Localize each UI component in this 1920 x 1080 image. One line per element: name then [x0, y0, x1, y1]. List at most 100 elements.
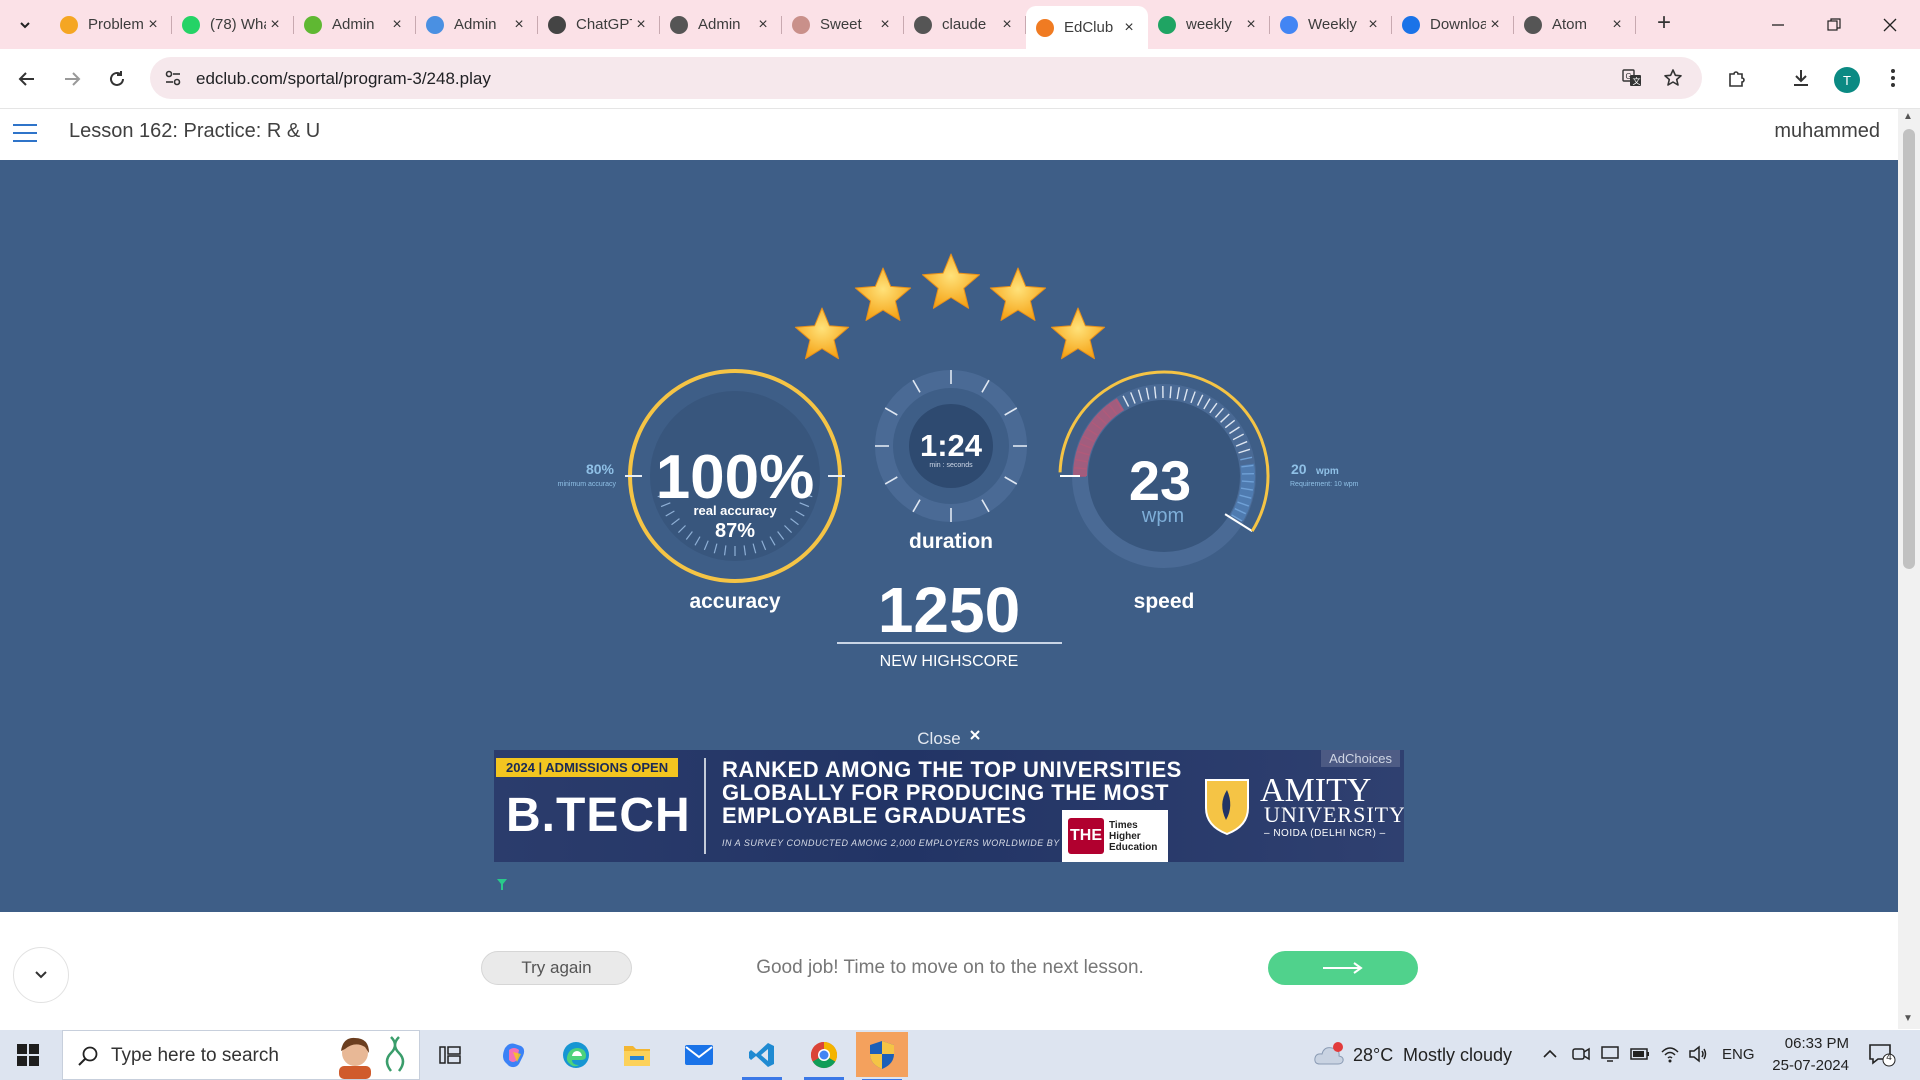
tab-close-icon[interactable]: ×	[998, 16, 1016, 34]
tab-11[interactable]: Downloads×	[1392, 6, 1514, 43]
tab-title[interactable]: ChatGPT	[576, 16, 632, 33]
tab-search-button[interactable]	[10, 10, 40, 40]
extensions-button[interactable]	[1722, 63, 1752, 93]
tab-9[interactable]: weekly ×	[1148, 6, 1270, 43]
next-lesson-button[interactable]	[1268, 951, 1418, 985]
back-button[interactable]	[11, 63, 43, 95]
tab-6[interactable]: Sweet ×	[782, 6, 904, 43]
menu-button[interactable]	[1878, 63, 1908, 93]
display-icon[interactable]	[1601, 1045, 1619, 1063]
tab-close-icon[interactable]: ×	[266, 16, 284, 34]
try-again-button[interactable]: Try again	[481, 951, 632, 985]
volume-icon[interactable]	[1688, 1044, 1708, 1064]
tab-title[interactable]: Atom	[1552, 16, 1608, 33]
tab-title[interactable]: weekly	[1186, 16, 1242, 33]
close-icon[interactable]	[970, 730, 980, 740]
tab-title[interactable]: Sweet	[820, 16, 876, 33]
weather-text[interactable]: Mostly cloudy	[1403, 1045, 1512, 1066]
file-explorer-app[interactable]	[611, 1035, 663, 1075]
expand-button[interactable]	[13, 947, 69, 1003]
tab-title[interactable]: Problems	[88, 16, 144, 33]
tab-title[interactable]: Admin	[454, 16, 510, 33]
tab-close-icon[interactable]: ×	[876, 16, 894, 34]
url-text[interactable]: edclub.com/sportal/program-3/248.play	[196, 69, 491, 89]
tab-7[interactable]: claude ×	[904, 6, 1026, 43]
tab-close-icon[interactable]: ×	[1364, 16, 1382, 34]
translate-button[interactable]: G文	[1617, 63, 1647, 93]
edge-app[interactable]	[550, 1035, 602, 1075]
tab-2[interactable]: Admin ×	[294, 6, 416, 43]
scroll-up-icon[interactable]: ▲	[1903, 111, 1913, 122]
tab-title[interactable]: Downloads	[1430, 16, 1486, 33]
scrollbar-thumb[interactable]	[1903, 129, 1915, 569]
taskbar-search[interactable]: Type here to search	[62, 1030, 420, 1080]
tab-10[interactable]: Weekly ×	[1270, 6, 1392, 43]
tab-title[interactable]: (78) WhatsApp	[210, 16, 266, 33]
minimize-button[interactable]	[1750, 0, 1806, 49]
show-hidden-icons-button[interactable]	[1542, 1046, 1558, 1062]
copilot-app[interactable]	[488, 1035, 540, 1075]
meet-now-icon[interactable]	[1572, 1045, 1590, 1063]
vscode-app[interactable]	[736, 1035, 788, 1080]
page-scrollbar[interactable]: ▲ ▼	[1898, 109, 1920, 1029]
username[interactable]: muhammed	[1774, 120, 1880, 143]
close-window-button[interactable]	[1862, 0, 1918, 49]
tab-close-icon[interactable]: ×	[144, 16, 162, 34]
close-ad-button[interactable]: Close	[917, 729, 980, 748]
tab-title[interactable]: Weekly	[1308, 16, 1364, 33]
tab-close-icon[interactable]: ×	[388, 16, 406, 34]
search-placeholder[interactable]: Type here to search	[111, 1045, 279, 1067]
battery-shape-icon	[1630, 1048, 1649, 1060]
tab-title[interactable]: Admin	[698, 16, 754, 33]
security-app[interactable]	[856, 1032, 908, 1080]
task-view-button[interactable]	[424, 1035, 476, 1075]
tab-close-icon[interactable]: ×	[1608, 16, 1626, 34]
profile-avatar[interactable]: T	[1834, 67, 1860, 93]
new-tab-button[interactable]: +	[1650, 9, 1678, 37]
tab-1[interactable]: (78) WhatsApp×	[172, 6, 294, 43]
tab-title[interactable]: claude	[942, 16, 998, 33]
tab-title[interactable]: Admin	[332, 16, 388, 33]
chrome-app[interactable]	[798, 1035, 850, 1080]
swirl-icon	[792, 15, 810, 34]
leetcode-icon	[60, 15, 78, 34]
tab-close-icon[interactable]: ×	[632, 16, 650, 34]
tab-title[interactable]: EdClub	[1064, 19, 1120, 36]
start-button[interactable]	[17, 1044, 39, 1066]
battery-icon[interactable]	[1630, 1046, 1650, 1062]
bookmark-button[interactable]	[1658, 63, 1688, 93]
wifi-icon[interactable]	[1660, 1044, 1680, 1064]
close-label[interactable]: Close	[917, 729, 960, 748]
clock-time[interactable]: 06:33 PM	[1777, 1035, 1849, 1052]
chevron-up-icon	[1543, 1049, 1557, 1058]
tab-3[interactable]: Admin ×	[416, 6, 538, 43]
tab-12[interactable]: Atom ×	[1514, 6, 1636, 43]
tab-0[interactable]: Problems×	[50, 6, 172, 43]
clock-date[interactable]: 25-07-2024	[1770, 1057, 1849, 1074]
downloads-button[interactable]	[1786, 63, 1816, 93]
address-bar[interactable]: edclub.com/sportal/program-3/248.play G文	[150, 57, 1702, 99]
tab-4[interactable]: ChatGPT×	[538, 6, 660, 43]
restore-button[interactable]	[1806, 0, 1862, 49]
weather-temp[interactable]: 28°C	[1353, 1045, 1393, 1066]
mail-app[interactable]	[673, 1035, 725, 1075]
reload-button[interactable]	[101, 63, 133, 95]
language-indicator[interactable]: ENG	[1722, 1046, 1755, 1063]
forward-button[interactable]	[56, 63, 88, 95]
chrome-icon	[810, 1041, 838, 1069]
notification-center-button[interactable]: 4	[1868, 1042, 1896, 1068]
scroll-down-icon[interactable]: ▼	[1903, 1013, 1913, 1024]
tab-close-icon[interactable]: ×	[510, 16, 528, 34]
shield-icon	[870, 1040, 894, 1069]
ad-choices[interactable]: AdChoices	[1321, 750, 1400, 767]
ad-banner[interactable]: 2024 | ADMISSIONS OPEN B.TECH RANKED AMO…	[494, 750, 1404, 862]
tab-close-icon[interactable]: ×	[1120, 19, 1138, 37]
tab-8[interactable]: EdClub ×	[1026, 6, 1148, 49]
tab-close-icon[interactable]: ×	[754, 16, 772, 34]
tab-5[interactable]: Admin ×	[660, 6, 782, 43]
tab-close-icon[interactable]: ×	[1486, 16, 1504, 34]
weather-widget[interactable]	[1312, 1042, 1346, 1068]
hamburger-menu-icon[interactable]	[13, 119, 41, 147]
site-settings-icon[interactable]	[164, 69, 182, 87]
tab-close-icon[interactable]: ×	[1242, 16, 1260, 34]
